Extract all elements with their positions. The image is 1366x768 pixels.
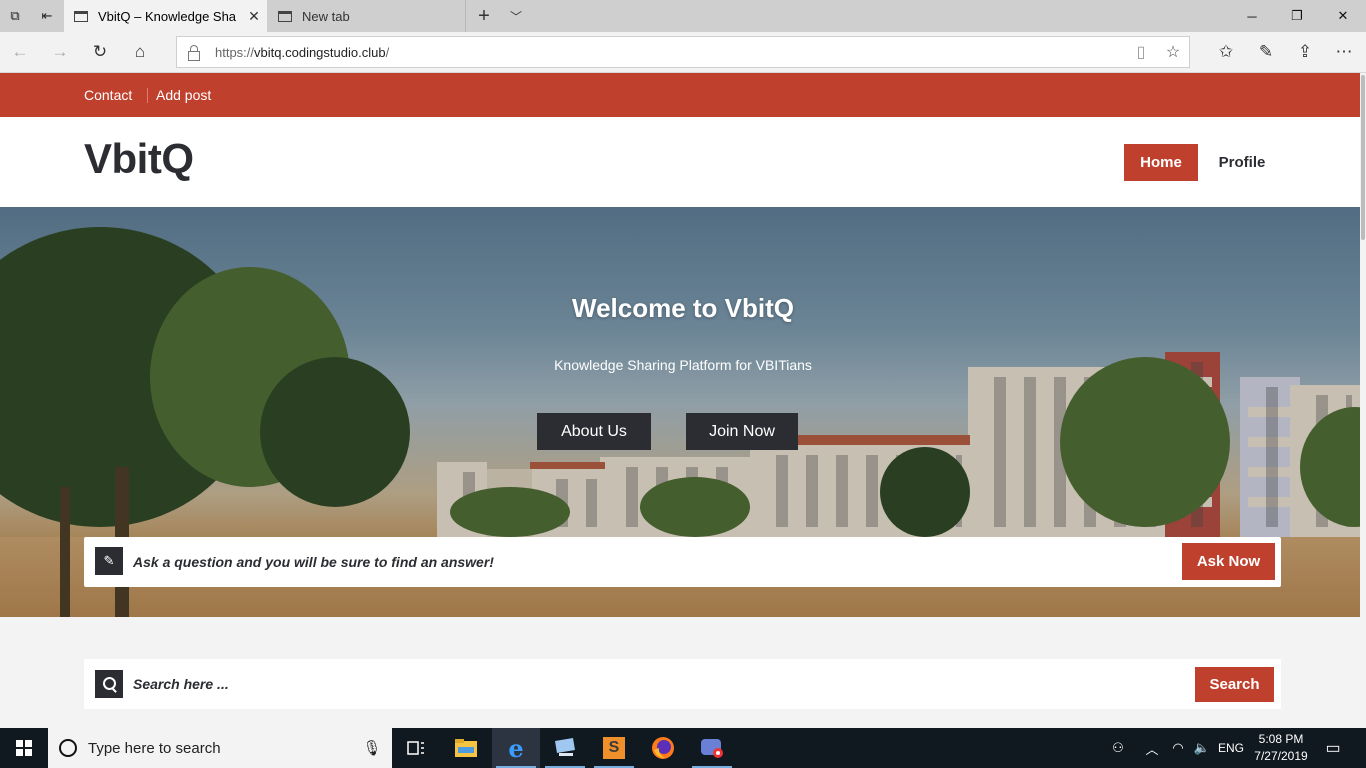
network-wifi-icon[interactable]: ◠: [1166, 728, 1190, 768]
volume-icon[interactable]: 🔈: [1190, 728, 1214, 768]
menu-profile[interactable]: Profile: [1210, 144, 1274, 181]
search-icon: [95, 670, 123, 698]
web-page: Contact Add post VbitQ Home Profile Welc…: [0, 73, 1360, 728]
url-text[interactable]: https://vbitq.codingstudio.club/: [215, 45, 1125, 60]
hero-banner: Welcome to VbitQ Knowledge Sharing Platf…: [0, 207, 1360, 617]
search-bar: Search: [84, 659, 1281, 709]
ask-now-button[interactable]: Ask Now: [1182, 543, 1275, 580]
more-menu-icon[interactable]: ⋯: [1324, 32, 1364, 72]
windows-logo-icon: [16, 740, 32, 756]
share-icon[interactable]: ⇪: [1285, 32, 1325, 72]
file-explorer-icon[interactable]: [442, 728, 490, 768]
start-button[interactable]: [0, 728, 48, 768]
browser-nav-bar: ← → ↻ ⌂ https://vbitq.codingstudio.club/…: [0, 32, 1366, 73]
windows-taskbar: Type here to search 🎙 e S ⚇ ︿ ◠ 🔈 ENG 5:…: [0, 728, 1366, 768]
page-icon: [278, 10, 292, 22]
add-notes-pen-icon[interactable]: ✎: [1246, 32, 1286, 72]
add-post-link[interactable]: Add post: [156, 73, 211, 117]
home-icon[interactable]: ⌂: [120, 32, 160, 72]
clock-date: 7/27/2019: [1254, 749, 1308, 763]
tab-title: VbitQ – Knowledge Sha: [98, 8, 237, 24]
set-aside-tabs-icon[interactable]: ⇤: [32, 0, 62, 32]
address-bar[interactable]: https://vbitq.codingstudio.club/ ▯ ☆: [176, 36, 1190, 68]
tab-new-tab[interactable]: New tab: [268, 0, 466, 32]
site-logo[interactable]: VbitQ: [84, 135, 194, 183]
task-view-icon[interactable]: [392, 728, 440, 768]
forward-arrow-icon[interactable]: →: [40, 32, 80, 72]
recorder-app-icon[interactable]: [688, 728, 736, 768]
join-now-button[interactable]: Join Now: [686, 413, 798, 450]
browser-tab-bar: ⧉ ⇤ VbitQ – Knowledge Sha ✕ New tab + ﹀ …: [0, 0, 1366, 32]
taskbar-search-placeholder: Type here to search: [88, 739, 221, 757]
back-arrow-icon[interactable]: ←: [0, 32, 40, 72]
people-icon[interactable]: ⚇: [1104, 728, 1132, 768]
refresh-icon[interactable]: ↻: [80, 32, 120, 72]
reading-view-icon[interactable]: ▯: [1125, 42, 1157, 62]
page-scrollbar[interactable]: [1360, 73, 1366, 728]
close-window-icon[interactable]: ✕: [1320, 0, 1366, 32]
ask-question-bar: ✎ Ask a question and you will be sure to…: [84, 537, 1281, 587]
taskbar-clock[interactable]: 5:08 PM 7/27/2019: [1250, 731, 1312, 765]
computer-app-icon[interactable]: [541, 728, 589, 768]
about-us-button[interactable]: About Us: [537, 413, 651, 450]
tab-vbitq[interactable]: VbitQ – Knowledge Sha ✕: [64, 0, 267, 32]
firefox-icon[interactable]: [639, 728, 687, 768]
tab-title: New tab: [302, 8, 350, 24]
show-hidden-icons-chevron-icon[interactable]: ︿: [1140, 728, 1164, 768]
hero-title: Welcome to VbitQ: [572, 293, 794, 323]
search-input[interactable]: [133, 667, 1183, 701]
scrollbar-thumb[interactable]: [1361, 75, 1365, 240]
taskbar-search-box[interactable]: Type here to search 🎙: [48, 728, 392, 768]
clock-time: 5:08 PM: [1258, 732, 1304, 746]
input-language[interactable]: ENG: [1214, 728, 1248, 768]
top-bar: Contact Add post: [0, 73, 1360, 117]
minimize-icon[interactable]: ─: [1229, 0, 1275, 32]
tab-manager-icon[interactable]: ⧉: [0, 0, 30, 32]
action-center-icon[interactable]: ▭: [1318, 728, 1348, 768]
hero-subtitle: Knowledge Sharing Platform for VBITians: [554, 357, 812, 373]
lock-icon: [185, 44, 201, 61]
new-tab-plus-icon[interactable]: +: [470, 0, 498, 32]
sublime-text-icon[interactable]: S: [590, 728, 638, 768]
favorite-star-icon[interactable]: ☆: [1157, 42, 1189, 62]
favorites-hub-icon[interactable]: ✩: [1206, 32, 1246, 72]
tab-preview-chevron-icon[interactable]: ﹀: [502, 0, 530, 32]
close-tab-icon[interactable]: ✕: [241, 8, 267, 25]
cortana-icon[interactable]: [59, 739, 77, 757]
search-button[interactable]: Search: [1195, 667, 1274, 702]
menu-home[interactable]: Home: [1124, 144, 1198, 181]
microphone-icon[interactable]: 🎙: [352, 739, 392, 757]
pencil-icon: ✎: [95, 547, 123, 575]
edge-browser-icon[interactable]: e: [492, 728, 540, 768]
top-bar-divider: [147, 88, 148, 103]
restore-icon[interactable]: ❐: [1274, 0, 1320, 32]
contact-link[interactable]: Contact: [84, 73, 132, 117]
site-header: VbitQ Home Profile: [0, 117, 1360, 207]
ask-question-prompt[interactable]: Ask a question and you will be sure to f…: [133, 537, 494, 587]
page-icon: [74, 10, 88, 22]
